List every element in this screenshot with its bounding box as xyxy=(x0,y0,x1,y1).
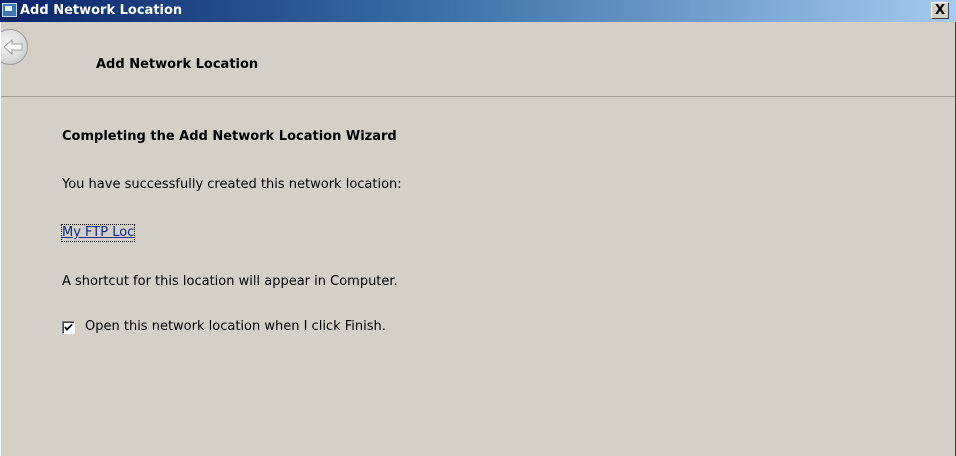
open-location-checkbox-label[interactable]: Open this network location when I click … xyxy=(85,319,386,335)
back-button[interactable] xyxy=(0,29,42,71)
page-heading: Completing the Add Network Location Wiza… xyxy=(62,129,397,144)
open-location-checkbox[interactable] xyxy=(62,320,75,334)
close-button[interactable]: X xyxy=(931,2,949,19)
success-message: You have successfully created this netwo… xyxy=(62,177,402,192)
wizard-content: Completing the Add Network Location Wiza… xyxy=(0,98,956,456)
wizard-title: Add Network Location xyxy=(96,57,259,72)
close-icon: X xyxy=(934,3,946,18)
back-arrow-icon xyxy=(3,38,23,56)
open-location-option[interactable]: Open this network location when I click … xyxy=(62,319,386,335)
window-border-left xyxy=(0,22,1,456)
title-bar[interactable]: Add Network Location X xyxy=(0,0,956,22)
network-location-link[interactable]: My FTP Loc xyxy=(60,224,136,242)
network-location-icon xyxy=(2,3,17,17)
add-network-location-window: Add Network Location X Add Network Locat… xyxy=(0,0,956,456)
checkmark-icon xyxy=(64,323,73,331)
window-title: Add Network Location xyxy=(20,3,183,18)
shortcut-message: A shortcut for this location will appear… xyxy=(62,274,398,289)
